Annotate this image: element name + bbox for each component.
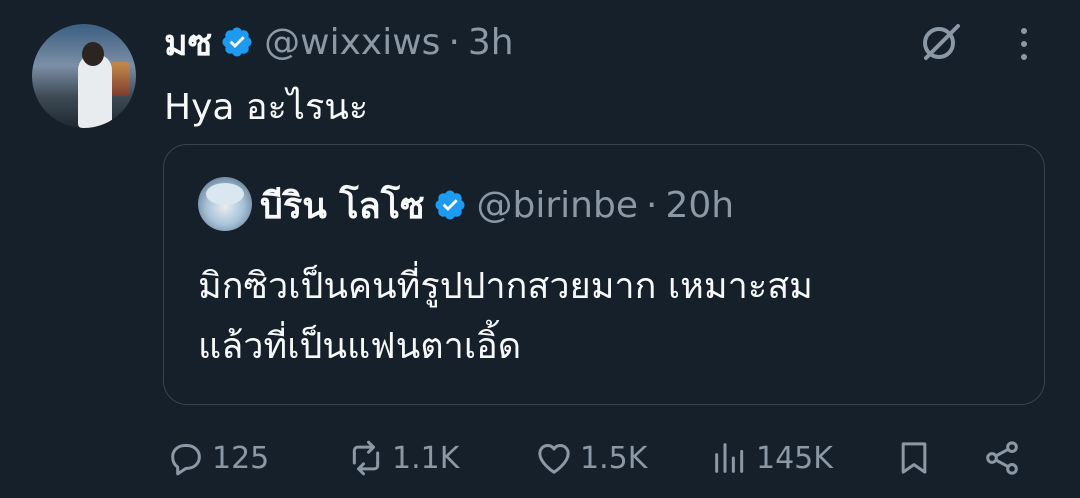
verified-badge-icon: [434, 190, 465, 220]
heart-icon: [538, 444, 570, 474]
quoted-author-name: บีริน โลโซ: [260, 185, 425, 227]
verified-badge-icon: [222, 27, 252, 57]
reply-button[interactable]: 125: [166, 428, 269, 488]
tweet-text: Hya อะไรนะ: [164, 87, 369, 128]
author-handle[interactable]: @wixxiws: [264, 22, 440, 63]
quoted-author-avatar: [198, 177, 252, 231]
grok-icon[interactable]: [918, 20, 964, 64]
repost-icon: [352, 440, 380, 476]
views-button[interactable]: 145K: [710, 428, 833, 488]
share-icon: [986, 441, 1018, 475]
avatar-head: [82, 42, 104, 66]
views-chart-icon: [715, 443, 744, 473]
share-button[interactable]: [982, 428, 1022, 488]
bookmark-button[interactable]: [894, 428, 934, 488]
repost-button[interactable]: 1.1K: [346, 428, 459, 488]
author-avatar[interactable]: [32, 24, 136, 128]
like-button[interactable]: 1.5K: [534, 428, 647, 488]
tweet-time[interactable]: 3h: [468, 22, 514, 63]
tweet-header: มซ @wixxiws · 3h: [164, 16, 514, 68]
reply-icon: [171, 444, 201, 476]
quoted-tweet-text: มิกซิวเป็นคนที่รูปปากสวยมาก เหมาะสม แล้ว…: [198, 257, 813, 377]
reply-count: 125: [212, 440, 270, 476]
repost-count: 1.1K: [392, 440, 460, 476]
quoted-avatar-hair: [206, 183, 244, 205]
quoted-tweet-time: 20h: [665, 184, 735, 226]
tweet-actions-bar: 125 1.1K 1.5K 145K: [0, 428, 1080, 488]
quoted-tweet-header: บีริน โลโซ @birinbe · 20h: [260, 179, 734, 231]
separator-dot: ·: [448, 21, 460, 63]
quoted-text-line: แล้วที่เป็นแฟนตาเอิ้ด: [198, 326, 522, 367]
bookmark-icon: [901, 442, 927, 474]
like-count: 1.5K: [580, 440, 648, 476]
separator-dot: ·: [645, 184, 658, 226]
views-count: 145K: [756, 440, 833, 476]
avatar-background-lights: [110, 62, 130, 96]
quoted-text-line: มิกซิวเป็นคนที่รูปปากสวยมาก เหมาะสม: [198, 266, 813, 307]
quoted-tweet-card[interactable]: บีริน โลโซ @birinbe · 20h มิกซิวเป็นคนที…: [163, 144, 1045, 405]
quoted-author-handle: @birinbe: [476, 184, 638, 226]
more-options-icon[interactable]: [1006, 24, 1042, 64]
author-name[interactable]: มซ: [164, 14, 212, 71]
